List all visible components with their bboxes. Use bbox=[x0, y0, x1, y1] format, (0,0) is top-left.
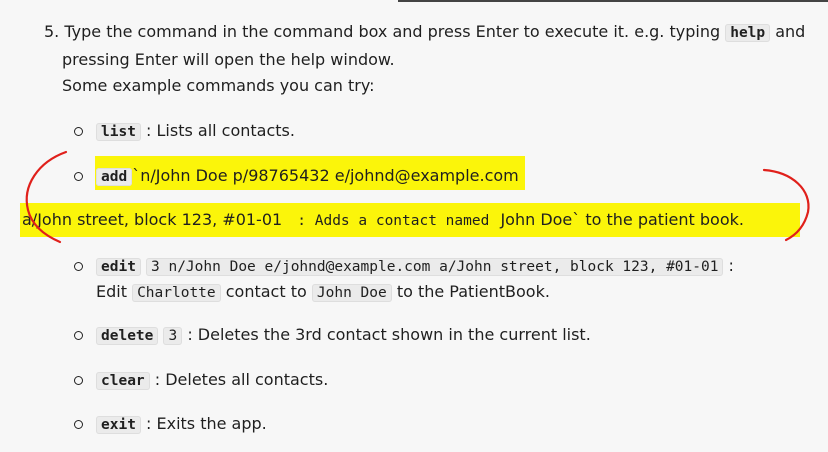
left-bracket-stroke bbox=[25, 150, 68, 244]
right-bracket-stroke bbox=[762, 168, 810, 242]
red-pen-annotation bbox=[25, 150, 810, 244]
